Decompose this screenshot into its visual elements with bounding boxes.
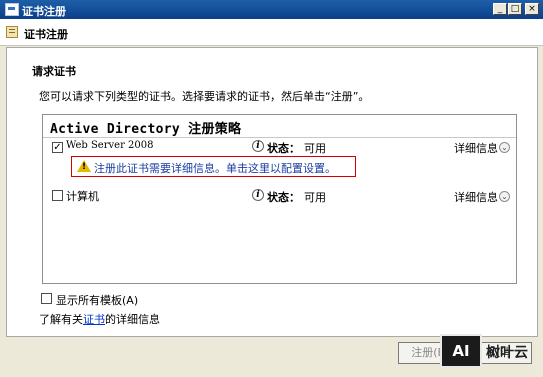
status-label: 状态： <box>267 191 300 204</box>
info-icon[interactable]: i <box>252 140 264 152</box>
details-link[interactable]: 详细信息 <box>454 189 498 205</box>
watermark-text: 树叶云 <box>486 345 528 361</box>
certificate-icon <box>6 26 18 38</box>
app-icon <box>5 3 19 16</box>
status-value: 可用 <box>304 142 326 155</box>
computer-label: 计算机 <box>66 190 99 203</box>
minimize-button[interactable]: _ <box>493 3 507 15</box>
watermark: AI 树叶云 <box>440 332 538 372</box>
web-server-checkbox[interactable]: ✓ <box>52 142 63 153</box>
policy-header: Active Directory 注册策略 <box>43 115 516 138</box>
wizard-header-title: 证书注册 <box>24 28 68 41</box>
learn-more-text: 了解有关证书的详细信息 <box>39 311 160 327</box>
chevron-down-icon[interactable]: ⌄ <box>499 191 510 202</box>
section-title: 请求证书 <box>32 65 76 78</box>
warning-exclamation-icon: ! <box>82 162 87 172</box>
warning-message-box[interactable]: ! 注册此证书需要详细信息。单击这里以配置设置。 <box>71 156 356 177</box>
show-all-templates-label[interactable]: 显示所有模板(A) <box>56 292 138 308</box>
learn-more-prefix: 了解有关 <box>39 313 83 326</box>
certificate-enrollment-window: 证书注册 _ □ × 证书注册 请求证书 您可以请求下列类型的证书。选择要请求的… <box>0 0 543 377</box>
warning-text[interactable]: 注册此证书需要详细信息。单击这里以配置设置。 <box>94 160 336 176</box>
certificates-link[interactable]: 证书 <box>83 313 105 326</box>
wizard-header: 证书注册 <box>0 19 543 46</box>
policy-title: Active Directory 注册策略 <box>50 122 242 137</box>
close-button[interactable]: × <box>525 3 539 15</box>
status-label: 状态： <box>267 142 300 155</box>
details-link[interactable]: 详细信息 <box>454 140 498 156</box>
info-icon[interactable]: i <box>252 189 264 201</box>
maximize-button[interactable]: □ <box>508 3 522 15</box>
title-bar[interactable]: 证书注册 _ □ × <box>0 0 543 19</box>
learn-more-suffix: 的详细信息 <box>105 313 160 326</box>
computer-checkbox[interactable] <box>52 190 63 201</box>
status-value: 可用 <box>304 191 326 204</box>
instructions-text: 您可以请求下列类型的证书。选择要请求的证书，然后单击“注册”。 <box>39 90 370 103</box>
web-server-label: Web Server 2008 <box>66 140 154 151</box>
enrollment-policy-list: Active Directory 注册策略 ✓ Web Server 2008 … <box>42 114 517 284</box>
watermark-logo: AI <box>440 334 482 368</box>
chevron-down-icon[interactable]: ⌄ <box>499 142 510 153</box>
show-all-templates-checkbox[interactable] <box>41 293 52 304</box>
window-title: 证书注册 <box>22 5 66 18</box>
